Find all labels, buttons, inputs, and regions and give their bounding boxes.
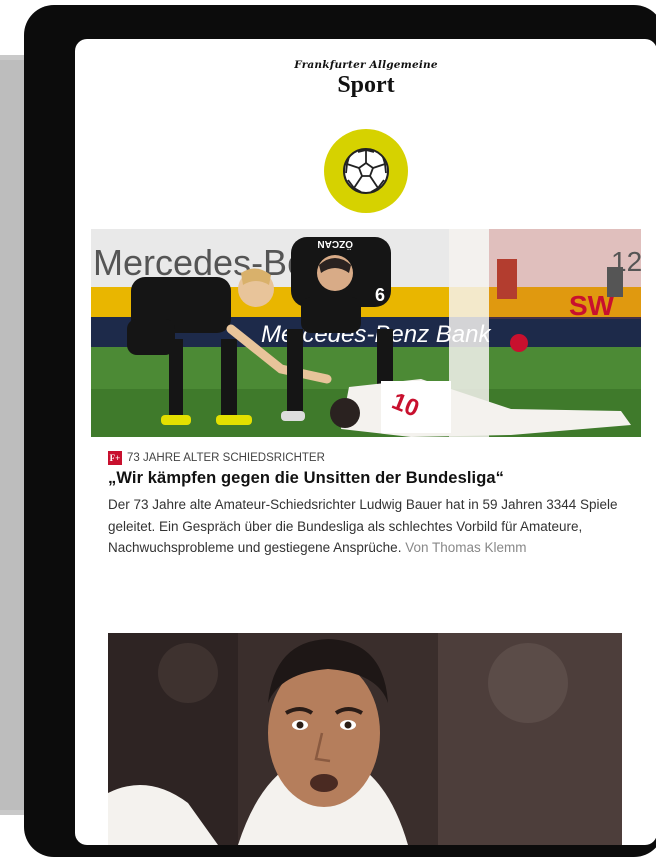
shirt-name: ÖZCAN <box>317 238 353 251</box>
article-headline[interactable]: „Wir kämpfen gegen die Unsitten der Bund… <box>108 469 628 488</box>
section-badge <box>324 129 408 213</box>
masthead: Frankfurter Allgemeine Sport <box>75 59 656 99</box>
tablet-screen: Frankfurter Allgemeine Sport Mercedes-Be… <box>75 39 656 845</box>
hero-image[interactable]: Mercedes-Benz Mercedes-Benz Bank 12 SW Ö… <box>91 229 641 437</box>
second-article-image[interactable] <box>108 633 622 845</box>
section-title: Sport <box>337 72 395 98</box>
teaser-body: Der 73 Jahre alte Amateur-Schiedsrichter… <box>108 497 618 555</box>
jersey-number: 6 <box>375 285 385 305</box>
kicker-row: F+ 73 JAHRE ALTER SCHIEDSRICHTER <box>108 451 628 465</box>
article-kicker: 73 JAHRE ALTER SCHIEDSRICHTER <box>127 452 325 464</box>
soccer-ball-icon <box>343 148 389 194</box>
faz-plus-badge: F+ <box>108 451 122 465</box>
tablet-frame: Frankfurter Allgemeine Sport Mercedes-Be… <box>24 5 656 857</box>
article-author: Von Thomas Klemm <box>405 540 527 555</box>
hero-photo-illustration: Mercedes-Benz Mercedes-Benz Bank 12 SW Ö… <box>91 229 641 437</box>
portrait-photo-illustration <box>108 633 622 845</box>
publisher-logo[interactable]: Frankfurter Allgemeine <box>75 59 656 71</box>
article-teaser-text: Der 73 Jahre alte Amateur-Schiedsrichter… <box>108 494 628 559</box>
article-teaser[interactable]: F+ 73 JAHRE ALTER SCHIEDSRICHTER „Wir kä… <box>108 451 628 559</box>
